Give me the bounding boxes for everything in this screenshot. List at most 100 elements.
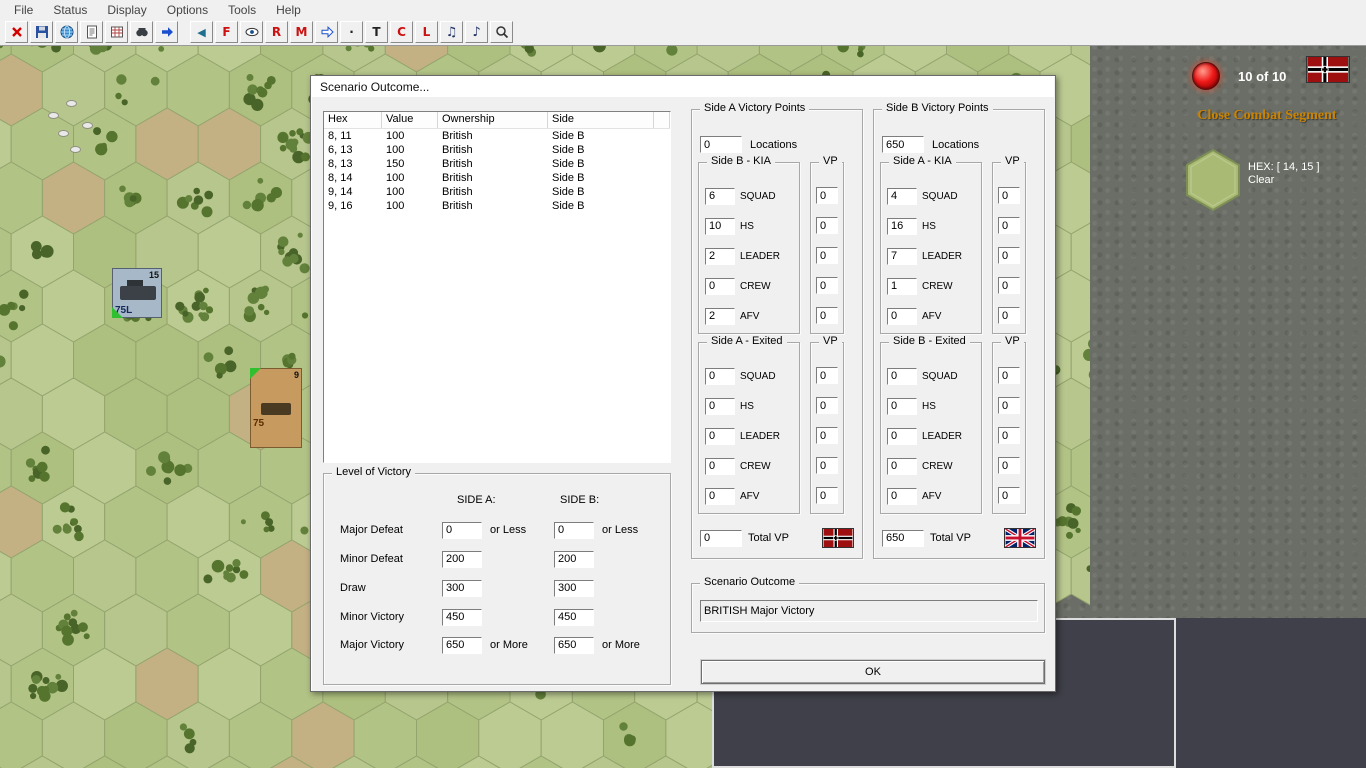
vp-field[interactable]: 0 [998, 307, 1020, 324]
side-b-threshold-field[interactable]: 300 [554, 579, 594, 597]
music-icon[interactable]: ♪ [465, 21, 488, 43]
count-field[interactable]: 16 [887, 217, 917, 235]
terrain-icon[interactable]: T [365, 21, 388, 43]
menu-help[interactable]: Help [266, 1, 311, 19]
count-field[interactable]: 6 [705, 187, 735, 205]
count-field[interactable]: 0 [887, 367, 917, 385]
vp-field[interactable]: 0 [998, 367, 1020, 384]
vp-field[interactable]: 0 [998, 247, 1020, 264]
ownership-column-header[interactable]: Ownership [438, 112, 548, 128]
vp-field[interactable]: 0 [998, 277, 1020, 294]
vp-field[interactable]: 0 [816, 217, 838, 234]
count-field[interactable]: 10 [705, 217, 735, 235]
ok-button[interactable]: OK [701, 660, 1045, 684]
globe-icon[interactable] [55, 21, 78, 43]
objectives-table[interactable]: Hex Value Ownership Side 8, 11 100 Briti… [323, 111, 671, 463]
count-field[interactable]: 0 [705, 397, 735, 415]
fire-icon[interactable]: F [215, 21, 238, 43]
go-icon[interactable] [155, 21, 178, 43]
lov-row: Minor Victory 450 450 [340, 608, 664, 626]
menu-tools[interactable]: Tools [218, 1, 266, 19]
vp-field[interactable]: 0 [998, 457, 1020, 474]
count-field[interactable]: 4 [887, 187, 917, 205]
vp-field[interactable]: 0 [816, 277, 838, 294]
side-column-header[interactable]: Side [548, 112, 654, 128]
vp-field[interactable]: 0 [998, 487, 1020, 504]
locations-value-field[interactable]: 650 [882, 136, 924, 153]
dot-icon[interactable]: · [340, 21, 363, 43]
vp-field[interactable]: 0 [816, 247, 838, 264]
advance-icon[interactable] [315, 21, 338, 43]
vp-field[interactable]: 0 [816, 367, 838, 384]
menu-file[interactable]: File [4, 1, 43, 19]
labels-icon[interactable]: L [415, 21, 438, 43]
german-gun-counter[interactable]: 9 75 [250, 368, 302, 448]
vp-field[interactable]: 0 [998, 427, 1020, 444]
count-field[interactable]: 0 [705, 457, 735, 475]
close-icon[interactable] [5, 21, 28, 43]
los-icon[interactable] [240, 21, 263, 43]
vp-field[interactable]: 0 [816, 487, 838, 504]
roster-icon[interactable] [105, 21, 128, 43]
menu-display[interactable]: Display [97, 1, 156, 19]
vp-field[interactable]: 0 [998, 397, 1020, 414]
side-b-threshold-field[interactable]: 0 [554, 521, 594, 539]
side-a-threshold-field[interactable]: 0 [442, 521, 482, 539]
count-field[interactable]: 0 [887, 487, 917, 505]
gun-caliber-label: 75 [253, 418, 265, 429]
count-field[interactable]: 0 [887, 397, 917, 415]
vp-field[interactable]: 0 [998, 187, 1020, 204]
count-field[interactable]: 0 [887, 427, 917, 445]
binoculars-icon[interactable] [130, 21, 153, 43]
objective-row[interactable]: 6, 13 100 British Side B [324, 143, 670, 157]
hex-column-header[interactable]: Hex [324, 112, 382, 128]
melee-icon[interactable]: M [290, 21, 313, 43]
locations-value-field[interactable]: 0 [700, 136, 742, 153]
objective-row[interactable]: 8, 14 100 British Side B [324, 171, 670, 185]
side-a-threshold-field[interactable]: 650 [442, 636, 482, 654]
report-icon[interactable] [80, 21, 103, 43]
save-icon[interactable] [30, 21, 53, 43]
dialog-title-bar[interactable]: Scenario Outcome... [312, 77, 1054, 97]
count-field[interactable]: 0 [887, 457, 917, 475]
terrain-hex-icon [1186, 148, 1240, 212]
count-field[interactable]: 0 [887, 307, 917, 325]
count-field[interactable]: 1 [887, 277, 917, 295]
side-a-threshold-field[interactable]: 300 [442, 579, 482, 597]
objective-row[interactable]: 9, 16 100 British Side B [324, 199, 670, 213]
count-field[interactable]: 0 [705, 427, 735, 445]
total-vp-field[interactable]: 650 [882, 529, 924, 547]
vp-field[interactable]: 0 [816, 457, 838, 474]
objective-row[interactable]: 9, 14 100 British Side B [324, 185, 670, 199]
stat-row: 4 SQUAD [887, 187, 958, 205]
objective-row[interactable]: 8, 13 150 British Side B [324, 157, 670, 171]
unit-type-label: HS [740, 220, 754, 232]
side-b-threshold-field[interactable]: 650 [554, 636, 594, 654]
count-field[interactable]: 0 [705, 277, 735, 295]
total-vp-field[interactable]: 0 [700, 529, 742, 547]
side-a-threshold-field[interactable]: 450 [442, 608, 482, 626]
vp-field[interactable]: 0 [998, 217, 1020, 234]
value-column-header[interactable]: Value [382, 112, 438, 128]
prev-icon[interactable]: ◀ [190, 21, 213, 43]
vp-field[interactable]: 0 [816, 307, 838, 324]
menu-options[interactable]: Options [157, 1, 218, 19]
count-field[interactable]: 7 [887, 247, 917, 265]
allied-afv-counter[interactable]: 15 75L [112, 268, 162, 318]
sound-icon[interactable]: ♫ [440, 21, 463, 43]
count-field[interactable]: 0 [705, 367, 735, 385]
menu-status[interactable]: Status [43, 1, 97, 19]
count-field[interactable]: 0 [705, 487, 735, 505]
vp-field[interactable]: 0 [816, 187, 838, 204]
counters-icon[interactable]: C [390, 21, 413, 43]
side-a-threshold-field[interactable]: 200 [442, 550, 482, 568]
vp-field[interactable]: 0 [816, 397, 838, 414]
count-field[interactable]: 2 [705, 247, 735, 265]
objective-row[interactable]: 8, 11 100 British Side B [324, 129, 670, 143]
vp-field[interactable]: 0 [816, 427, 838, 444]
count-field[interactable]: 2 [705, 307, 735, 325]
side-b-threshold-field[interactable]: 450 [554, 608, 594, 626]
side-b-threshold-field[interactable]: 200 [554, 550, 594, 568]
rout-icon[interactable]: R [265, 21, 288, 43]
zoom-icon[interactable] [490, 21, 513, 43]
